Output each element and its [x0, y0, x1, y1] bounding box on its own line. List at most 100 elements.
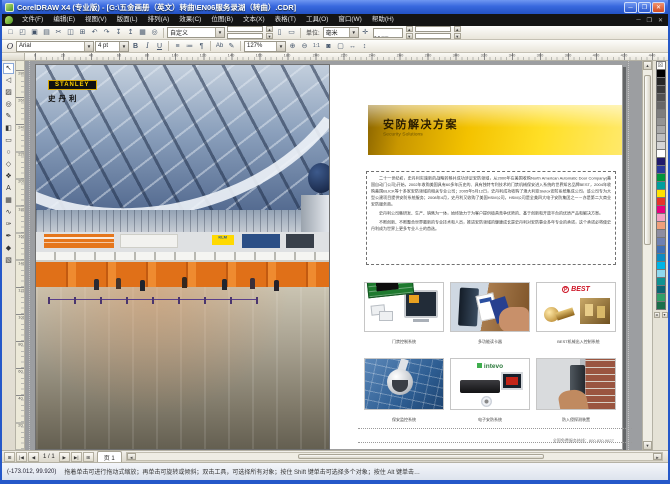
import-button[interactable]: ↧ — [113, 27, 124, 38]
paper-size-spinner[interactable]: ▲▼ — [266, 26, 273, 39]
font-name-combo[interactable]: Arial▼ — [16, 41, 94, 52]
drawing-canvas[interactable]: KLM STANLEY 史丹利 — [25, 61, 642, 450]
crop-tool[interactable]: ▨ — [3, 87, 14, 98]
paper-type-combo[interactable]: 自定义▼ — [167, 27, 225, 38]
menu-item[interactable]: 文件(F) — [17, 14, 48, 26]
freehand-tool[interactable]: ✎ — [3, 111, 14, 122]
copy-button[interactable]: ◫ — [65, 27, 76, 38]
chevron-down-icon[interactable]: ▼ — [84, 42, 93, 51]
left-page-photo[interactable]: KLM STANLEY 史丹利 — [35, 64, 330, 450]
bold-button[interactable]: B — [130, 41, 141, 52]
prev-page-button[interactable]: ◀ — [28, 452, 39, 462]
right-page[interactable]: 安防解决方案 Security Solutions 二十一世纪初，史丹利实施新的… — [330, 64, 623, 450]
next-page-button[interactable]: ▶ — [59, 452, 70, 462]
menu-item[interactable]: 窗口(W) — [333, 14, 366, 26]
close-button[interactable]: ✕ — [652, 2, 665, 13]
menu-item[interactable]: 表格(T) — [270, 14, 301, 26]
character-formatting-button[interactable]: Ab — [214, 41, 225, 52]
zoom-out-button[interactable]: ⊖ — [299, 41, 310, 52]
product-cell-card-reader[interactable]: 多功能读卡器 — [450, 282, 530, 343]
zoom-page-button[interactable]: ▢ — [335, 41, 346, 52]
last-page-button[interactable]: ▶| — [71, 452, 82, 462]
horizontal-ruler[interactable]: 0204060801001201401601802002202402602803… — [2, 53, 668, 61]
paste-button[interactable]: ⊞ — [77, 27, 88, 38]
zoom-actual-button[interactable]: 1:1 — [311, 41, 322, 52]
paper-height-field[interactable]: 285.0 mm — [227, 33, 263, 39]
zoom-level-combo[interactable]: 127%▼ — [244, 41, 286, 52]
scroll-down-arrow[interactable]: ▼ — [643, 441, 652, 450]
cut-button[interactable]: ✂ — [53, 27, 64, 38]
add-page-button[interactable]: ⊞ — [83, 452, 94, 462]
menu-item[interactable]: 排列(A) — [143, 14, 175, 26]
zoom-selected-button[interactable]: ◙ — [323, 41, 334, 52]
horizontal-scroll-thumb[interactable] — [298, 454, 544, 459]
drop-cap-button[interactable]: ¶ — [196, 41, 207, 52]
horizontal-scrollbar[interactable]: ◄ ► — [126, 452, 663, 461]
page-sorter-button[interactable]: ⊞ — [4, 452, 15, 462]
product-cell-electronic-security[interactable]: intevo 电子安防系统 — [450, 358, 530, 421]
menu-item[interactable]: 效果(C) — [174, 14, 206, 26]
underline-button[interactable]: U — [154, 41, 165, 52]
font-size-combo[interactable]: 4 pt▼ — [95, 41, 129, 52]
interactive-fill-tool[interactable]: ▧ — [3, 255, 14, 266]
polygon-tool[interactable]: ◇ — [3, 159, 14, 170]
text-alignment-button[interactable]: ≡ — [172, 41, 183, 52]
undo-button[interactable]: ↶ — [89, 27, 100, 38]
fill-tool[interactable]: ◆ — [3, 243, 14, 254]
nudge-offset-field[interactable]: 3.0 mm — [373, 28, 403, 38]
print-button[interactable]: ▤ — [41, 27, 52, 38]
units-combo[interactable]: 毫米▼ — [323, 27, 359, 38]
minimize-button[interactable]: ─ — [624, 2, 637, 13]
duplicate-y-field[interactable]: 6.35 mm — [415, 33, 451, 39]
smart-fill-tool[interactable]: ◧ — [3, 123, 14, 134]
document-restore-button[interactable]: ❐ — [644, 17, 655, 24]
vertical-scrollbar[interactable]: ▲ ▼ — [642, 61, 652, 450]
color-swatch[interactable] — [656, 301, 666, 310]
edit-text-button[interactable]: ✎ — [226, 41, 237, 52]
rectangle-tool[interactable]: ▭ — [3, 135, 14, 146]
scroll-left-arrow[interactable]: ◄ — [127, 453, 136, 460]
basic-shapes-tool[interactable]: ❖ — [3, 171, 14, 182]
app-launcher-button[interactable]: ▦ — [137, 27, 148, 38]
vertical-ruler[interactable]: 280260240220200180160140120100806040200 — [16, 61, 25, 450]
ruler-origin-box[interactable] — [2, 53, 25, 60]
bullet-list-button[interactable]: ≔ — [184, 41, 195, 52]
chevron-down-icon[interactable]: ▼ — [215, 28, 224, 37]
page-tab[interactable]: 页 1 — [97, 451, 122, 462]
title-bar[interactable]: CorelDRAW X4 (专业版) - [G:\五金画册（英文）转曲\EN06… — [2, 0, 668, 14]
outline-tool[interactable]: ✒ — [3, 231, 14, 242]
product-cell-access-control[interactable]: 门禁控制系统 — [364, 282, 444, 343]
product-cell-best-locks[interactable]: P BEST BEST机械出入控制系统 — [536, 282, 616, 343]
nudge-spinner[interactable]: ▲▼ — [406, 26, 413, 39]
blend-tool[interactable]: ∿ — [3, 207, 14, 218]
landscape-button[interactable]: ▭ — [286, 27, 297, 38]
save-button[interactable]: ▣ — [29, 27, 40, 38]
text-tool[interactable]: A — [3, 183, 14, 194]
zoom-tool[interactable]: ◎ — [3, 99, 14, 110]
shape-tool[interactable]: ◁ — [3, 75, 14, 86]
palette-expand-arrow[interactable]: ◄ — [654, 312, 660, 318]
portrait-button[interactable]: ▯ — [274, 27, 285, 38]
menu-item[interactable]: 版面(L) — [112, 14, 143, 26]
menu-item[interactable]: 工具(O) — [301, 14, 333, 26]
document-close-button[interactable]: ✕ — [655, 17, 666, 24]
new-document-button[interactable]: □ — [5, 27, 16, 38]
eyedropper-tool[interactable]: ✑ — [3, 219, 14, 230]
open-button[interactable]: ◰ — [17, 27, 28, 38]
yellow-heading-banner[interactable]: 安防解决方案 Security Solutions — [368, 105, 622, 155]
menu-item[interactable]: 文本(X) — [238, 14, 270, 26]
scroll-right-arrow[interactable]: ► — [653, 453, 662, 460]
duplicate-spinner[interactable]: ▲▼ — [454, 26, 461, 39]
horizontal-ruler-track[interactable]: 0204060801001201401601802002202402602803… — [25, 53, 668, 60]
zoom-in-button[interactable]: ⊕ — [287, 41, 298, 52]
export-button[interactable]: ↥ — [125, 27, 136, 38]
menu-item[interactable]: 视图(V) — [80, 14, 112, 26]
chevron-down-icon[interactable]: ▼ — [119, 42, 128, 51]
scroll-up-arrow[interactable]: ▲ — [643, 61, 652, 70]
body-text-frame[interactable]: 二十一世纪初，史丹利实施新的战略转移并成功涉足安防领域，从2000年在美国收购N… — [366, 171, 616, 265]
duplicate-x-field[interactable]: 6.35 mm — [415, 26, 451, 32]
maximize-button[interactable]: ❐ — [638, 2, 651, 13]
ellipse-tool[interactable]: ○ — [3, 147, 14, 158]
redo-button[interactable]: ↷ — [101, 27, 112, 38]
zoom-width-button[interactable]: ↔ — [347, 41, 358, 52]
